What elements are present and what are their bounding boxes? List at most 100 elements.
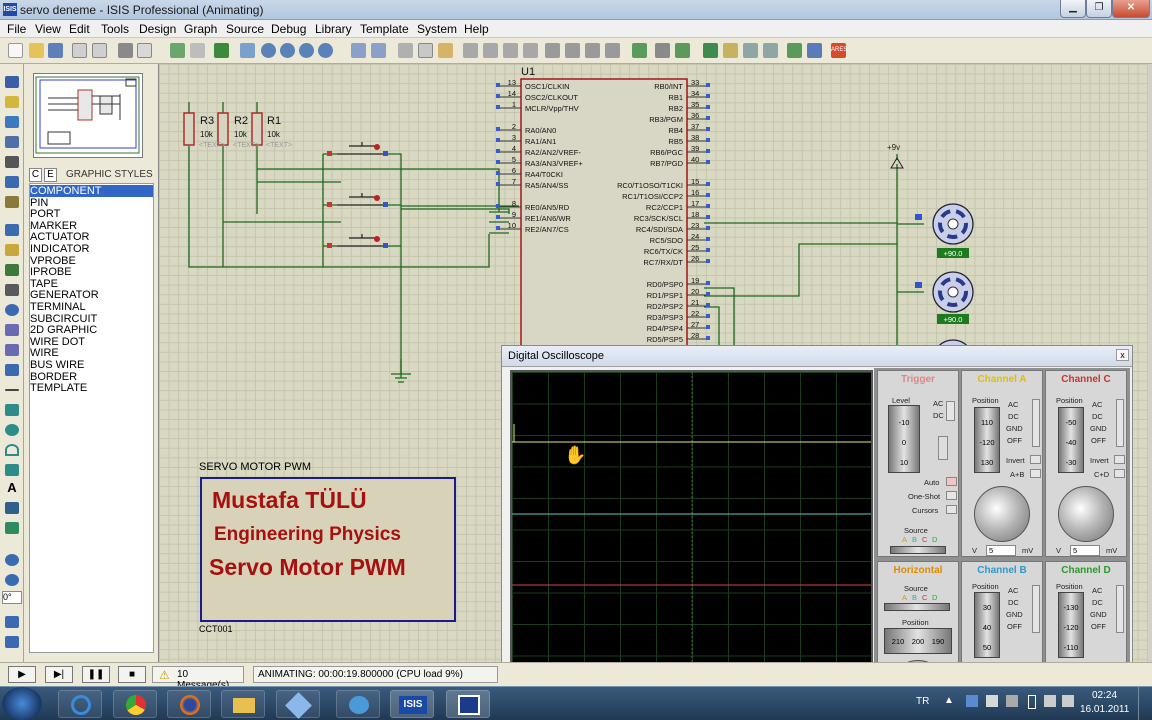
list-item[interactable]: BUS WIRE [30,359,84,371]
channel-a-sum-button[interactable] [1030,469,1041,478]
channel-b-coupling-switch[interactable] [1032,585,1040,633]
selection-mode-icon[interactable] [5,76,19,88]
menu-graph[interactable]: Graph [184,22,217,36]
servo-motor-1[interactable]: +90.0 [915,203,974,258]
virtualbox-icon[interactable] [276,690,320,719]
remove-sheet-icon[interactable] [723,43,738,58]
channel-d-coupling-switch[interactable] [1116,585,1124,633]
ac-label[interactable]: AC [1008,400,1018,409]
list-item[interactable]: SUBCIRCUIT [30,313,97,325]
stop-button[interactable]: ■ [118,666,146,683]
network-icon[interactable] [966,695,978,707]
rotate-clockwise-icon[interactable] [5,554,19,566]
list-item[interactable]: TEMPLATE [30,382,87,394]
resistor-r3[interactable] [183,112,195,146]
cursors-button[interactable] [946,505,957,514]
oscilloscope-taskbar-button[interactable] [446,690,490,718]
junction-dot-icon[interactable] [5,116,19,128]
block-delete-icon[interactable] [523,43,538,58]
channel-c-coupling-switch[interactable] [1116,399,1124,447]
generator-icon[interactable] [5,304,19,316]
channel-c-scale-field[interactable]: 5 [1070,545,1100,556]
copy-icon[interactable] [418,43,433,58]
mirror-x-icon[interactable] [5,616,19,628]
show-desktop-button[interactable] [1138,687,1152,720]
refresh-icon[interactable] [170,43,185,58]
wire-label-icon[interactable] [5,136,19,148]
menu-debug[interactable]: Debug [271,22,306,36]
graph-mode-icon[interactable] [5,264,19,276]
oscilloscope-titlebar[interactable]: Digital Oscilloscope x [502,346,1132,367]
language-indicator[interactable]: TR [916,696,929,707]
trigger-dc-label[interactable]: DC [933,411,944,420]
ac-label[interactable]: AC [1092,400,1102,409]
wire-autorouter-icon[interactable] [632,43,647,58]
2d-line-icon[interactable] [5,389,19,391]
overview-window[interactable] [33,73,143,158]
horizontal-position-dial[interactable]: 210 200 190 [884,628,952,654]
servo-motor-2[interactable]: +90.0 [915,271,974,324]
import-icon[interactable] [72,43,87,58]
rotation-field[interactable]: 0° [2,591,22,604]
print-area-icon[interactable] [137,43,152,58]
clock-date[interactable]: 16.01.2011 [1080,704,1129,715]
file-explorer-icon[interactable] [221,690,265,718]
off-label[interactable]: OFF [1091,436,1106,445]
list-item[interactable]: VPROBE [30,255,76,267]
trigger-edge-switch[interactable] [938,436,948,460]
2d-circle-icon[interactable] [5,424,19,436]
source-option-c[interactable]: C [922,535,927,544]
menu-design[interactable]: Design [139,22,176,36]
channel-b-position-dial[interactable]: 30 40 50 [974,592,1000,658]
resistor-r2[interactable] [217,112,229,146]
block-rotate-icon[interactable] [503,43,518,58]
component-mode-icon[interactable] [5,96,19,108]
channel-a-position-dial[interactable]: 110 -120 130 [974,407,1000,473]
isis-taskbar-button[interactable]: ISIS [390,690,434,718]
zoom-all-icon[interactable] [299,43,314,58]
dc-label[interactable]: DC [1008,412,1019,421]
channel-c-volts-div-knob[interactable] [1058,486,1114,542]
origin-icon[interactable] [214,43,229,58]
source-option-b[interactable]: B [912,593,917,602]
source-option-b[interactable]: B [912,535,917,544]
trigger-level-dial[interactable]: -10 0 10 [888,405,920,473]
current-probe-icon[interactable] [5,344,19,356]
flag-icon[interactable] [986,695,998,707]
messenger-icon[interactable] [336,690,380,718]
resistor-r1[interactable] [251,112,263,146]
tab-components[interactable]: C [29,168,42,182]
menu-source[interactable]: Source [226,22,264,36]
menu-file[interactable]: File [7,22,26,36]
close-button[interactable]: ✕ [1112,0,1150,18]
list-item[interactable]: TAPE [30,278,58,290]
oscilloscope-close-button[interactable]: x [1116,349,1129,361]
block-copy-icon[interactable] [463,43,478,58]
dc-label[interactable]: DC [1092,598,1103,607]
new-sheet-icon[interactable] [703,43,718,58]
bill-of-materials-icon[interactable] [763,43,778,58]
minimize-button[interactable]: ▁ [1060,0,1086,18]
list-item[interactable]: WIRE [30,347,59,359]
off-label[interactable]: OFF [1007,622,1022,631]
list-item[interactable]: IPROBE [30,266,72,278]
2d-marker-icon[interactable] [5,522,19,534]
grid-icon[interactable] [190,43,205,58]
menu-edit[interactable]: Edit [69,22,90,36]
save-icon[interactable] [48,43,63,58]
exit-parent-icon[interactable] [743,43,758,58]
list-item[interactable]: ACTUATOR [30,231,90,243]
ac-label[interactable]: AC [1008,586,1018,595]
tape-recorder-icon[interactable] [5,284,19,296]
zoom-in-icon[interactable] [261,43,276,58]
gnd-label[interactable]: GND [1006,610,1023,619]
off-label[interactable]: OFF [1091,622,1106,631]
trigger-coupling-switch[interactable] [946,401,955,421]
tray-arrow-icon[interactable]: ▲ [944,695,954,706]
zoom-out-icon[interactable] [280,43,295,58]
ares-icon[interactable]: ARES [831,43,847,58]
virtual-instruments-icon[interactable] [5,364,19,376]
print-icon[interactable] [118,43,133,58]
clock-time[interactable]: 02:24 [1092,690,1117,701]
list-item[interactable]: PIN [30,197,48,209]
